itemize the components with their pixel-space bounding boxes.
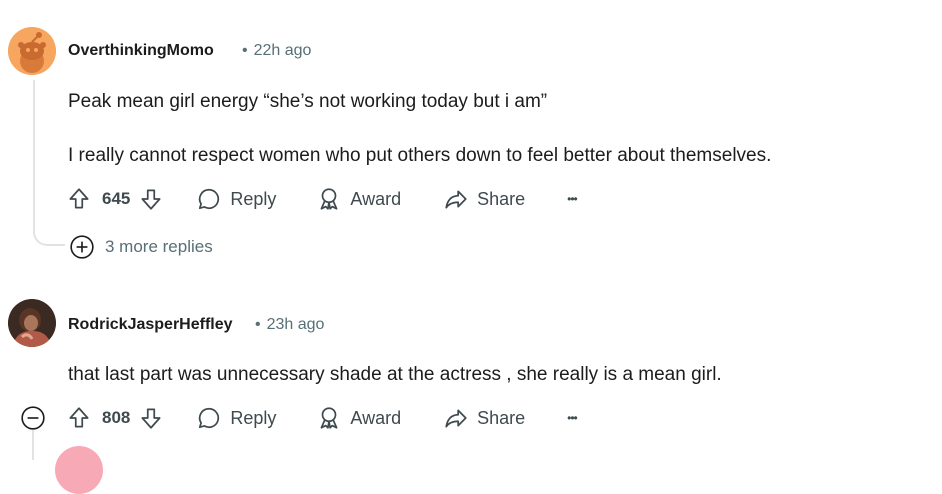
more-options-icon: ••• (567, 411, 578, 425)
share-button[interactable]: Share (443, 405, 525, 431)
share-label: Share (477, 188, 526, 209)
collapse-thread-button[interactable] (20, 405, 46, 431)
comment-meta: • 22h ago (242, 42, 311, 60)
user-photo-icon (8, 299, 56, 347)
reply-label: Reply (230, 407, 277, 428)
reply-button[interactable]: Reply (196, 405, 276, 431)
timestamp[interactable]: 22h ago (254, 42, 312, 59)
reply-label: Reply (230, 188, 277, 209)
thread-line-1 (33, 80, 35, 232)
comment-paragraph: that last part was unnecessary shade at … (68, 364, 722, 385)
comment-bubble-icon (199, 188, 220, 210)
vote-count: 645 (102, 189, 131, 208)
comment-paragraph: Peak mean girl energy “she’s not working… (68, 91, 548, 112)
award-button[interactable]: Award (316, 186, 401, 212)
meta-separator: • (242, 42, 248, 59)
award-icon (320, 407, 338, 429)
timestamp[interactable]: 23h ago (267, 316, 325, 333)
meta-separator: • (255, 316, 261, 333)
avatar[interactable] (55, 446, 103, 494)
author-name[interactable]: RodrickJasperHeffley (68, 316, 233, 334)
downvote-icon[interactable] (138, 405, 164, 431)
comment-actions: 808 Reply Award Share ••• (66, 403, 578, 433)
comment-meta: • 23h ago (255, 316, 324, 334)
award-label: Award (350, 407, 402, 428)
more-options-button[interactable]: ••• (567, 192, 578, 206)
thread-curve-1 (33, 222, 65, 246)
share-icon (445, 409, 467, 428)
vote-count: 808 (102, 408, 131, 427)
author-name[interactable]: OverthinkingMomo (68, 42, 214, 60)
avatar[interactable] (8, 299, 56, 347)
share-icon (445, 190, 467, 209)
snoo-avatar-icon (8, 27, 56, 75)
more-options-icon: ••• (567, 192, 578, 206)
more-options-button[interactable]: ••• (567, 411, 578, 425)
comment-bubble-icon (199, 407, 220, 429)
award-label: Award (350, 188, 402, 209)
more-replies-button[interactable]: 3 more replies (69, 234, 213, 260)
comment-paragraph: I really cannot respect women who put ot… (68, 145, 772, 166)
upvote-icon[interactable] (66, 405, 92, 431)
comment-actions: 645 Reply Award Share ••• (66, 184, 578, 214)
plus-circle-icon (70, 235, 94, 259)
upvote-icon[interactable] (66, 186, 92, 212)
share-button[interactable]: Share (443, 186, 525, 212)
reply-button[interactable]: Reply (196, 186, 276, 212)
minus-circle-icon (21, 406, 45, 430)
avatar[interactable] (8, 27, 56, 75)
share-label: Share (477, 407, 526, 428)
more-replies-label: 3 more replies (105, 237, 213, 256)
downvote-icon[interactable] (138, 186, 164, 212)
award-button[interactable]: Award (316, 405, 401, 431)
thread-line-2 (32, 430, 34, 460)
award-icon (320, 188, 338, 210)
